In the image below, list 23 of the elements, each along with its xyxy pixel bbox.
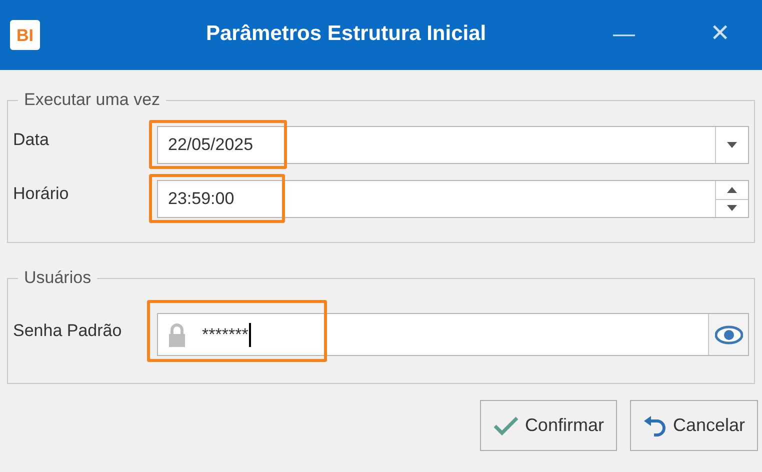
window-title: Parâmetros Estrutura Inicial xyxy=(206,21,486,47)
field-label: Horário xyxy=(13,183,70,205)
field-label: Senha Padrão xyxy=(13,320,123,342)
app-logo: BI xyxy=(10,20,40,50)
caret-down-icon xyxy=(727,142,737,148)
date-field[interactable]: 22/05/2025 xyxy=(157,126,749,164)
caret-up-icon xyxy=(727,186,737,193)
show-password-button[interactable] xyxy=(708,314,748,355)
close-button[interactable]: ✕ xyxy=(702,18,738,50)
cancel-button[interactable]: Cancelar xyxy=(630,400,758,451)
confirm-button[interactable]: Confirmar xyxy=(480,400,617,451)
minimize-button[interactable]: — xyxy=(606,18,642,50)
undo-icon xyxy=(642,414,667,436)
checkmark-icon xyxy=(492,416,519,436)
eye-icon xyxy=(714,324,742,344)
group-title: Usuários xyxy=(23,267,92,289)
caret-down-icon xyxy=(727,205,737,212)
lock-icon xyxy=(168,322,186,346)
time-field[interactable]: 23:59:00 xyxy=(157,180,749,218)
group-title: Executar uma vez xyxy=(23,89,162,111)
password-field[interactable]: ******* xyxy=(157,313,749,356)
field-label: Data xyxy=(13,129,50,151)
text-cursor xyxy=(249,322,252,346)
